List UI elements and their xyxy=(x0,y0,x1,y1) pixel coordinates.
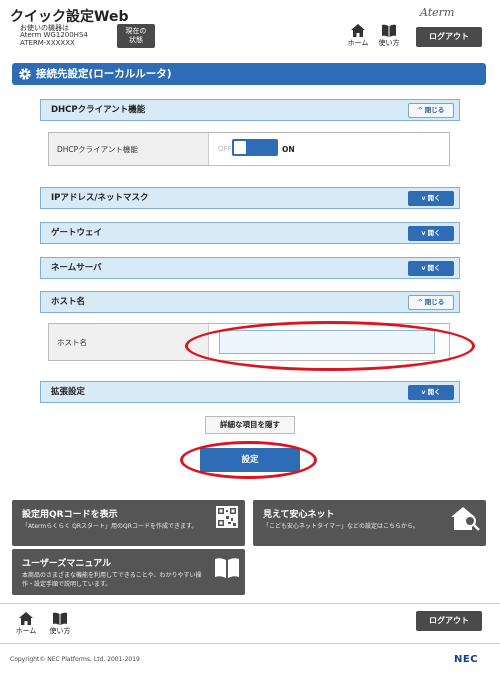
panel-ip-toggle[interactable]: v 開く xyxy=(408,191,454,206)
section-title: 接続先設定(ローカルルータ) xyxy=(36,68,172,80)
footer-manual-button[interactable]: 使い方 xyxy=(48,612,72,636)
footer-logout-button[interactable]: ログアウト xyxy=(416,611,482,631)
dhcp-row-label: DHCPクライアント機能 xyxy=(49,133,209,165)
panel-gateway-toggle[interactable]: v 開く xyxy=(408,226,454,241)
footer-bottom-divider xyxy=(0,643,500,644)
chevron-down-icon: v xyxy=(421,195,426,202)
gear-icon xyxy=(19,68,31,80)
current-status-button[interactable]: 現在の 状態 xyxy=(117,24,155,48)
chevron-down-icon: v xyxy=(421,230,426,237)
footer-manual-label: 使い方 xyxy=(49,627,71,635)
home-button[interactable]: ホーム xyxy=(346,24,370,48)
panel-host-toggle[interactable]: ^ 閉じる xyxy=(408,295,454,310)
highlight-oval-submit xyxy=(180,441,317,479)
device-ssid: ATERM-XXXXXX xyxy=(20,39,75,47)
hide-details-button[interactable]: 詳細な項目を隠す xyxy=(205,416,295,434)
device-model: Aterm WG1200HS4 xyxy=(20,31,88,39)
host-row-label: ホスト名 xyxy=(49,324,209,360)
qr-card-desc: 「Atermらくらく QRスタート」用のQRコードを作成できます。 xyxy=(22,523,198,530)
home-icon xyxy=(351,24,365,37)
user-manual-card[interactable]: ユーザーズマニュアル 本商品のさまざまな機能を利用してできることや、わかりやすい… xyxy=(12,549,245,595)
panel-ext-toggle[interactable]: v 開く xyxy=(408,385,454,400)
chevron-up-icon: ^ xyxy=(417,299,423,306)
panel-gateway-header: ゲートウェイ v 開く xyxy=(40,222,460,244)
panel-host-title: ホスト名 xyxy=(51,297,86,307)
panel-ip-header: IPアドレス/ネットマスク v 開く xyxy=(40,187,460,209)
dhcp-switch-on-label: ON xyxy=(282,145,295,154)
footer-home-label: ホーム xyxy=(15,627,37,635)
aterm-logo: Aterm xyxy=(420,6,455,19)
footer-top-divider xyxy=(0,603,500,604)
user-manual-card-desc: 本商品のさまざまな機能を利用してできることや、わかりやすい操 作・設定手順で説明し… xyxy=(22,572,202,588)
dhcp-toggle-switch[interactable] xyxy=(232,139,278,156)
home-icon xyxy=(19,612,33,625)
panel-nameserver-header: ネームサーバ v 開く xyxy=(40,257,460,279)
chevron-up-icon: ^ xyxy=(417,107,423,114)
manual-label: 使い方 xyxy=(378,39,400,47)
safety-net-card[interactable]: 見えて安心ネット 「こども安心ネットタイマー」などの設定はこちらから。 xyxy=(253,500,486,546)
qr-card-title: 設定用QRコードを表示 xyxy=(22,510,118,520)
footer-home-button[interactable]: ホーム xyxy=(14,612,38,636)
chevron-down-icon: v xyxy=(421,389,426,396)
safety-net-card-title: 見えて安心ネット xyxy=(263,510,335,520)
panel-dhcp-title: DHCPクライアント機能 xyxy=(51,105,146,115)
house-search-icon xyxy=(451,507,480,531)
book-icon xyxy=(53,612,67,625)
open-book-icon xyxy=(215,558,239,578)
panel-ext-header: 拡張設定 v 開く xyxy=(40,381,460,403)
nec-logo: NEC xyxy=(454,654,479,665)
panel-host-header: ホスト名 ^ 閉じる xyxy=(40,291,460,313)
book-icon xyxy=(382,24,396,37)
panel-dhcp-toggle[interactable]: ^ 閉じる xyxy=(408,103,454,118)
panel-nameserver-toggle[interactable]: v 開く xyxy=(408,261,454,276)
section-title-bar: 接続先設定(ローカルルータ) xyxy=(12,63,486,85)
panel-nameserver-title: ネームサーバ xyxy=(51,263,102,273)
panel-ext-title: 拡張設定 xyxy=(51,387,86,397)
header: クイック設定Web お使いの機器は Aterm WG1200HS4 ATERM-… xyxy=(0,0,500,58)
qr-code-icon xyxy=(216,506,238,528)
dhcp-switch-off-label: OFF xyxy=(218,145,232,153)
panel-gateway-title: ゲートウェイ xyxy=(51,228,103,238)
user-manual-card-title: ユーザーズマニュアル xyxy=(22,559,112,569)
panel-ip-title: IPアドレス/ネットマスク xyxy=(51,193,149,203)
copyright-text: Copyright© NEC Platforms, Ltd. 2001-2019 xyxy=(10,656,140,663)
home-label: ホーム xyxy=(347,39,369,47)
manual-button[interactable]: 使い方 xyxy=(377,24,401,48)
safety-net-card-desc: 「こども安心ネットタイマー」などの設定はこちらから。 xyxy=(263,523,420,530)
panel-dhcp-header: DHCPクライアント機能 ^ 閉じる xyxy=(40,99,460,121)
logout-button[interactable]: ログアウト xyxy=(416,27,482,47)
chevron-down-icon: v xyxy=(421,265,426,272)
qr-card[interactable]: 設定用QRコードを表示 「Atermらくらく QRスタート」用のQRコードを作成… xyxy=(12,500,245,546)
highlight-oval-hostname xyxy=(185,321,475,371)
switch-knob xyxy=(234,141,246,154)
